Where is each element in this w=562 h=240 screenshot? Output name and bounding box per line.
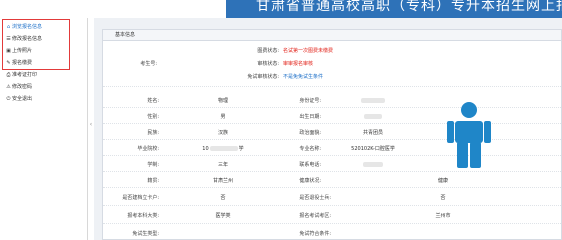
graduate-school-value: 10 学 [163, 142, 283, 155]
exempt-row: 免试审核状态: 不是免免试生条件 [223, 73, 343, 81]
top-bar: 甘肃省普通高校高职（专科）专升本招生网上报名 [0, 0, 562, 18]
poverty-file-label: 是否建档立卡户: [122, 195, 159, 201]
native-place-value: 甘肃兰州 [212, 178, 233, 184]
exempt-type-value [163, 226, 283, 240]
power-icon: ⏻ [6, 96, 11, 102]
exempt-label: 免试审核状态: [247, 74, 279, 80]
sidebar: ⌂ 浏览报名信息 ☰修改报名信息 ▣上传照片 ✎报名缴费 ⎙ 准考证打印 ⚠修改密码… [0, 18, 88, 240]
redacted-block [363, 162, 383, 167]
photo-fee-row: 图费状态: 名试第一次图费未缴费 [223, 47, 343, 55]
status-lines: 图费状态: 名试第一次图费未缴费 审核状态: 审审报名审核 免试审核状态: 不是… [223, 41, 343, 86]
redacted-block [364, 114, 382, 119]
review-row: 审核状态: 审审报名审核 [223, 60, 343, 68]
sidebar-item-change-password[interactable]: ⚠修改密码 [0, 81, 87, 93]
table-row: 籍贯: 甘肃兰州 健康状况: 健康 [103, 174, 561, 188]
native-place-label: 籍贯: [147, 178, 159, 184]
exempt-condition-value [403, 226, 483, 240]
exempt-condition-label: 免试符合条件: [299, 230, 331, 237]
exempt-type-label: 免试生类型: [132, 230, 159, 237]
exam-area-label: 报名考试考区: [299, 213, 331, 219]
exam-number-label: 考生号: [140, 61, 157, 67]
gender-value: 男 [220, 114, 226, 120]
graduate-school-label: 毕业院校: [137, 146, 159, 152]
id-number-label: 身份证号: [299, 98, 321, 104]
exam-area-value: 兰州市 [435, 213, 451, 219]
major-label: 专业名称: [299, 146, 321, 152]
redacted-block [209, 146, 238, 151]
avatar [447, 102, 491, 168]
header-banner: 甘肃省普通高校高职（专科）专升本招生网上报名 [226, 0, 562, 18]
school-code: 10 [202, 145, 209, 152]
printer-icon: ⎙ [6, 72, 11, 78]
major-value: 520102K-口腔医学 [351, 146, 395, 152]
birth-date-label: 出生日期: [299, 114, 321, 120]
panel-title: 基本信息 [103, 30, 561, 41]
table-row: 报考本科大类: 医学类 报名考试考区: 兰州市 [103, 208, 561, 224]
ethnicity-label: 民族: [147, 130, 159, 136]
health-label: 健康状况: [299, 178, 321, 184]
table-row: 免试生类型: 免试符合条件: [103, 226, 561, 240]
name-value: 物理 [217, 98, 228, 104]
sidebar-item-label: 修改密码 [12, 84, 33, 90]
political-status-value: 共青团员 [362, 130, 383, 136]
id-number-value [323, 94, 423, 107]
sidebar-item-label: 准考证打印 [12, 72, 38, 78]
sidebar-item-label: 安全退出 [12, 96, 33, 102]
sidebar-item-logout[interactable]: ⏻ 安全退出 [0, 93, 87, 105]
photo-fee-label: 图费状态: [257, 48, 279, 54]
warning-icon: ⚠ [6, 84, 11, 90]
status-row: 考生号: 图费状态: 名试第一次图费未缴费 审核状态: 审审报名审核 免试审核状… [103, 41, 561, 87]
health-value: 健康 [437, 178, 448, 184]
sidebar-item-print-ticket[interactable]: ⎙ 准考证打印 [0, 69, 87, 81]
table-row: 是否建档立卡户: 否 是否退役士兵: 否 [103, 190, 561, 206]
exempt-status: 不是免免试生条件 [283, 74, 324, 80]
veteran-label: 是否退役士兵: [299, 195, 331, 201]
poverty-file-value: 否 [220, 195, 226, 201]
basic-info-panel: 基本信息 考生号: 图费状态: 名试第一次图费未缴费 审核状态: 审审报名审核 … [102, 29, 562, 240]
birth-date-value [323, 110, 423, 123]
undergrad-category-label: 报考本科大类: [127, 213, 159, 219]
ethnicity-value: 汉族 [217, 130, 228, 136]
name-label: 姓名: [147, 98, 159, 104]
gender-label: 性别: [147, 114, 159, 120]
redacted-block [361, 98, 385, 103]
phone-label: 联系电话: [299, 162, 321, 168]
veteran-value: 否 [440, 195, 446, 201]
schooling-value: 三年 [217, 162, 228, 168]
undergrad-category-value: 医学类 [215, 213, 231, 219]
page-title: 甘肃省普通高校高职（专科）专升本招生网上报名 [256, 0, 562, 14]
school-suffix: 学 [238, 146, 244, 152]
review-label: 审核状态: [257, 61, 279, 67]
schooling-label: 学制: [147, 162, 159, 168]
highlight-box [2, 19, 70, 70]
review-status: 审审报名审核 [283, 61, 314, 67]
main-content: 基本信息 考生号: 图费状态: 名试第一次图费未缴费 审核状态: 审审报名审核 … [94, 18, 562, 240]
phone-value [323, 158, 423, 171]
photo-fee-status: 名试第一次图费未缴费 [283, 48, 334, 54]
political-status-label: 政治面貌: [299, 130, 321, 136]
